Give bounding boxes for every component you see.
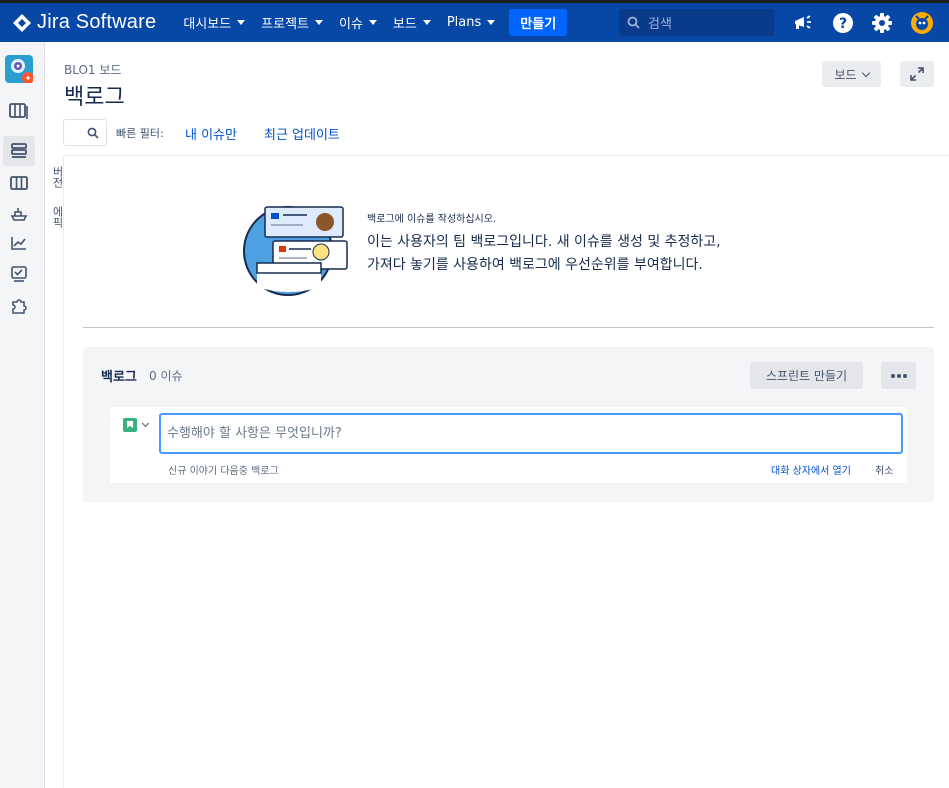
- nav-label: 프로젝트: [261, 17, 309, 32]
- user-avatar[interactable]: [910, 11, 934, 35]
- fullscreen-button[interactable]: [900, 61, 934, 87]
- chevron-down-icon: [487, 20, 496, 25]
- nav-label: 대시보드: [183, 17, 232, 32]
- board-switch-icon[interactable]: [7, 100, 31, 122]
- search-icon: [627, 16, 640, 29]
- chevron-down-icon: [237, 20, 246, 25]
- active-sprint-board-icon[interactable]: [7, 172, 31, 194]
- issue-type-picker[interactable]: [123, 418, 155, 432]
- page-title: 백로그: [64, 85, 125, 110]
- cancel-link[interactable]: 취소: [875, 462, 893, 477]
- nav-plans[interactable]: Plans: [446, 15, 496, 30]
- board-dropdown-button[interactable]: 보드: [822, 61, 881, 87]
- project-avatar[interactable]: [5, 55, 34, 84]
- empty-state-description: 이는 사용자의 팀 백로그입니다. 새 이슈를 생성 및 추정하고, 가져다 놓…: [367, 231, 787, 277]
- story-icon: [123, 418, 137, 432]
- main-nav: 대시보드 프로젝트 이슈 보드 Plans 만들기: [183, 9, 568, 36]
- issues-list-icon[interactable]: [7, 263, 31, 285]
- backlog-container: 백로그 0 이슈 스프린트 만들기 신규 이야기 다음중 백로그 대화 상자에서…: [83, 347, 934, 502]
- reports-chart-icon[interactable]: [7, 232, 31, 254]
- breadcrumb[interactable]: BLO1 보드: [64, 61, 121, 78]
- nav-projects[interactable]: 프로젝트: [261, 13, 323, 32]
- search-icon: [87, 127, 99, 139]
- collapsed-side-panel: 버전 에픽: [45, 156, 64, 788]
- settings-gear-icon[interactable]: [870, 11, 894, 35]
- notifications-megaphone-icon[interactable]: [791, 11, 815, 35]
- backlog-issue-count: 0 이슈: [149, 369, 183, 383]
- more-dot: [902, 373, 907, 378]
- quick-filters-label: 빠른 필터:: [116, 127, 164, 140]
- section-divider: [83, 327, 934, 328]
- search-input[interactable]: 검색: [619, 9, 774, 36]
- epics-tab[interactable]: 에픽: [49, 206, 65, 228]
- top-navigation: Jira Software 대시보드 프로젝트 이슈 보드 Plans 만들기 …: [0, 0, 949, 42]
- chevron-down-icon: [141, 419, 150, 428]
- versions-tab[interactable]: 버전: [49, 166, 65, 188]
- open-in-dialog-link[interactable]: 대화 상자에서 열기: [771, 462, 851, 477]
- nav-issues[interactable]: 이슈: [339, 13, 377, 32]
- chevron-down-icon: [861, 68, 870, 77]
- filter-my-issues[interactable]: 내 이슈만: [185, 124, 237, 143]
- svg-text:?: ?: [839, 16, 847, 32]
- empty-backlog-illustration: [243, 201, 353, 297]
- create-sprint-button[interactable]: 스프린트 만들기: [750, 362, 863, 389]
- nav-boards[interactable]: 보드: [393, 13, 431, 32]
- inline-create-issue: 신규 이야기 다음중 백로그 대화 상자에서 열기 취소: [110, 407, 907, 483]
- more-dot: [890, 373, 895, 378]
- chevron-down-icon: [368, 20, 377, 25]
- logo-text: Jira Software: [37, 11, 157, 33]
- help-icon[interactable]: ?: [831, 11, 855, 35]
- header-divider: [64, 155, 949, 156]
- board-button-label: 보드: [834, 67, 857, 82]
- filter-recently-updated[interactable]: 최근 업데이트: [264, 124, 340, 143]
- empty-state-title: 백로그에 이슈를 작성하십시오.: [367, 214, 497, 225]
- nav-label: 이슈: [339, 17, 363, 32]
- chevron-down-icon: [422, 20, 431, 25]
- empty-state-line-2: 가져다 놓기를 사용하여 백로그에 우선순위를 부여합니다.: [367, 257, 703, 273]
- nav-dashboards[interactable]: 대시보드: [183, 13, 246, 32]
- filter-search-input[interactable]: [63, 119, 107, 146]
- chevron-down-icon: [315, 20, 323, 25]
- backlog-title: 백로그: [101, 370, 137, 385]
- jira-logo-icon: [12, 13, 32, 33]
- jira-logo[interactable]: Jira Software: [12, 11, 156, 34]
- project-sidebar: [0, 42, 45, 788]
- more-dot: [896, 373, 901, 378]
- backlog-icon[interactable]: [3, 136, 35, 166]
- releases-ship-icon[interactable]: [7, 203, 31, 225]
- empty-state-line-1: 이는 사용자의 팀 백로그입니다. 새 이슈를 생성 및 추정하고,: [367, 234, 721, 250]
- search-placeholder: 검색: [648, 17, 672, 32]
- issue-summary-input[interactable]: [159, 413, 903, 454]
- add-ons-puzzle-icon[interactable]: [7, 295, 31, 317]
- nav-label: Plans: [446, 15, 482, 30]
- more-actions-button[interactable]: [881, 362, 916, 389]
- expand-icon: [910, 67, 924, 81]
- create-button[interactable]: 만들기: [509, 9, 568, 36]
- create-hint: 신규 이야기 다음중 백로그: [168, 466, 279, 477]
- nav-label: 보드: [392, 17, 417, 32]
